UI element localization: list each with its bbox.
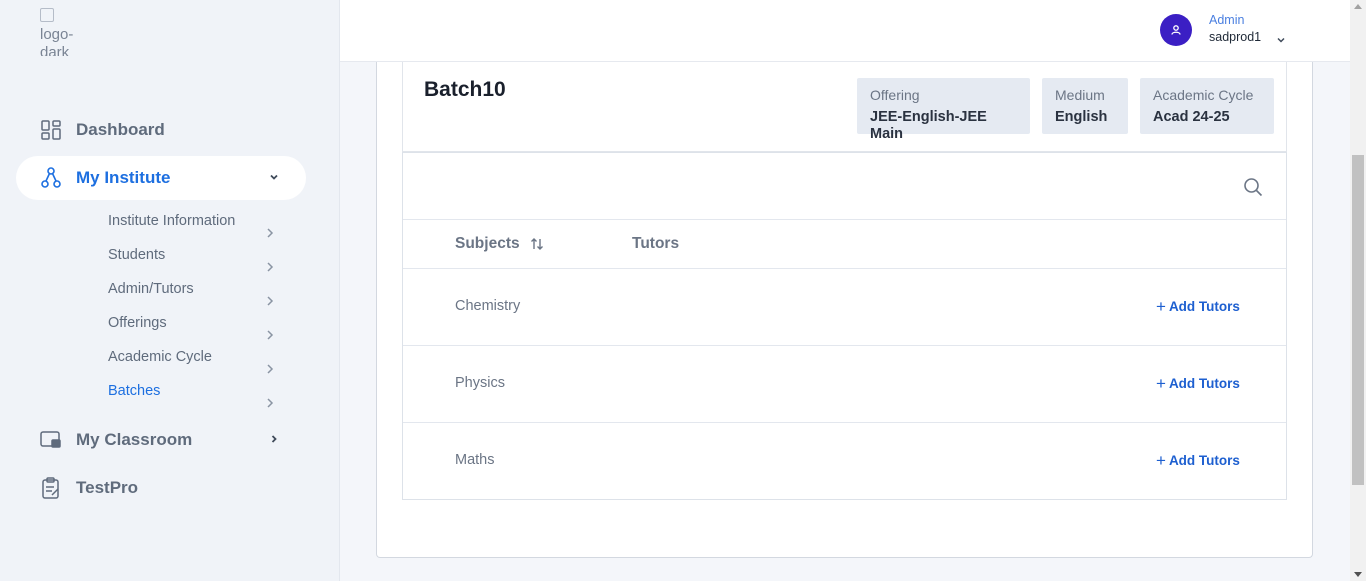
scroll-up-arrow-icon[interactable] bbox=[1354, 4, 1362, 9]
chip-key: Academic Cycle bbox=[1153, 87, 1254, 103]
chip-key: Medium bbox=[1055, 87, 1105, 103]
vertical-scrollbar[interactable] bbox=[1350, 0, 1366, 581]
plus-icon: + bbox=[1156, 297, 1166, 316]
divider bbox=[403, 345, 1286, 346]
add-tutors-button[interactable]: + Add Tutors bbox=[1156, 374, 1240, 393]
sidebar-item-my-institute[interactable]: My Institute bbox=[16, 156, 306, 200]
add-tutors-button[interactable]: + Add Tutors bbox=[1156, 451, 1240, 470]
plus-icon: + bbox=[1156, 374, 1166, 393]
sidebar-item-label: TestPro bbox=[76, 478, 139, 497]
scrollbar-thumb[interactable] bbox=[1352, 155, 1364, 485]
chip-value: JEE-English-JEE Main bbox=[870, 109, 987, 142]
divider bbox=[403, 268, 1286, 269]
broken-image-icon bbox=[40, 8, 54, 22]
user-icon bbox=[1171, 25, 1181, 35]
plus-icon: + bbox=[1156, 451, 1166, 470]
chevron-right-icon[interactable] bbox=[264, 362, 276, 381]
add-tutors-label: Add Tutors bbox=[1168, 299, 1240, 314]
chip-value: English bbox=[1055, 109, 1108, 125]
column-header-subjects[interactable]: Subjects bbox=[455, 235, 520, 253]
clipboard-icon bbox=[40, 477, 62, 499]
chevron-right-icon[interactable] bbox=[264, 226, 276, 245]
chevron-down-icon[interactable] bbox=[1276, 32, 1286, 50]
submenu-item-admin-tutors[interactable]: Admin/Tutors bbox=[108, 281, 194, 297]
add-tutors-label: Add Tutors bbox=[1168, 453, 1240, 468]
medium-chip: Medium English bbox=[1042, 78, 1128, 134]
chevron-right-icon[interactable] bbox=[264, 396, 276, 415]
scroll-down-arrow-icon[interactable] bbox=[1354, 572, 1362, 577]
submenu-item-academic-cycle[interactable]: Academic Cycle bbox=[108, 349, 212, 365]
table-row-subject: Physics bbox=[455, 375, 505, 391]
chevron-right-icon[interactable] bbox=[268, 432, 280, 450]
org-tree-icon bbox=[40, 167, 62, 189]
chevron-right-icon[interactable] bbox=[264, 294, 276, 313]
sidebar-item-testpro[interactable]: TestPro bbox=[16, 466, 306, 510]
avatar[interactable] bbox=[1160, 14, 1192, 46]
chevron-right-icon[interactable] bbox=[264, 328, 276, 347]
logo-alt-text: logo-dark bbox=[40, 26, 74, 56]
user-name[interactable]: sadprod1 bbox=[1209, 30, 1261, 44]
submenu-item-students[interactable]: Students bbox=[108, 247, 165, 263]
add-tutors-button[interactable]: + Add Tutors bbox=[1156, 297, 1240, 316]
submenu-item-institute-information[interactable]: Institute Information bbox=[108, 213, 235, 229]
user-role: Admin bbox=[1209, 13, 1245, 27]
submenu-item-offerings[interactable]: Offerings bbox=[108, 315, 167, 331]
subjects-table bbox=[402, 152, 1287, 500]
dashboard-grid-icon bbox=[40, 119, 62, 141]
offering-chip: Offering JEE-English-JEE Main bbox=[857, 78, 1030, 142]
column-header-tutors: Tutors bbox=[632, 235, 680, 252]
chevron-right-icon[interactable] bbox=[264, 260, 276, 279]
chip-value: Acad 24-25 bbox=[1153, 109, 1230, 125]
sidebar-item-label: My Institute bbox=[76, 168, 171, 187]
divider bbox=[403, 422, 1286, 423]
logo[interactable]: logo-dark bbox=[40, 8, 84, 56]
sidebar-item-dashboard[interactable]: Dashboard bbox=[16, 108, 306, 152]
sidebar-item-my-classroom[interactable]: My Classroom bbox=[16, 418, 306, 462]
submenu-item-batches[interactable]: Batches bbox=[108, 383, 160, 399]
classroom-icon bbox=[40, 429, 62, 451]
add-tutors-label: Add Tutors bbox=[1168, 376, 1240, 391]
top-header: Admin sadprod1 bbox=[340, 0, 1350, 62]
search-icon[interactable] bbox=[1243, 177, 1263, 202]
table-row-subject: Maths bbox=[455, 452, 495, 468]
sidebar-item-label: Dashboard bbox=[76, 120, 165, 139]
sort-icon[interactable] bbox=[529, 236, 545, 257]
sidebar: logo-dark Dashboard My Institute Institu… bbox=[0, 0, 340, 581]
sidebar-item-label: My Classroom bbox=[76, 430, 193, 449]
page-title: Batch10 bbox=[424, 78, 506, 101]
table-row-subject: Chemistry bbox=[455, 298, 521, 314]
academic-cycle-chip: Academic Cycle Acad 24-25 bbox=[1140, 78, 1274, 134]
chevron-down-icon[interactable] bbox=[268, 170, 280, 188]
chip-key: Offering bbox=[870, 87, 920, 103]
divider bbox=[403, 219, 1286, 220]
